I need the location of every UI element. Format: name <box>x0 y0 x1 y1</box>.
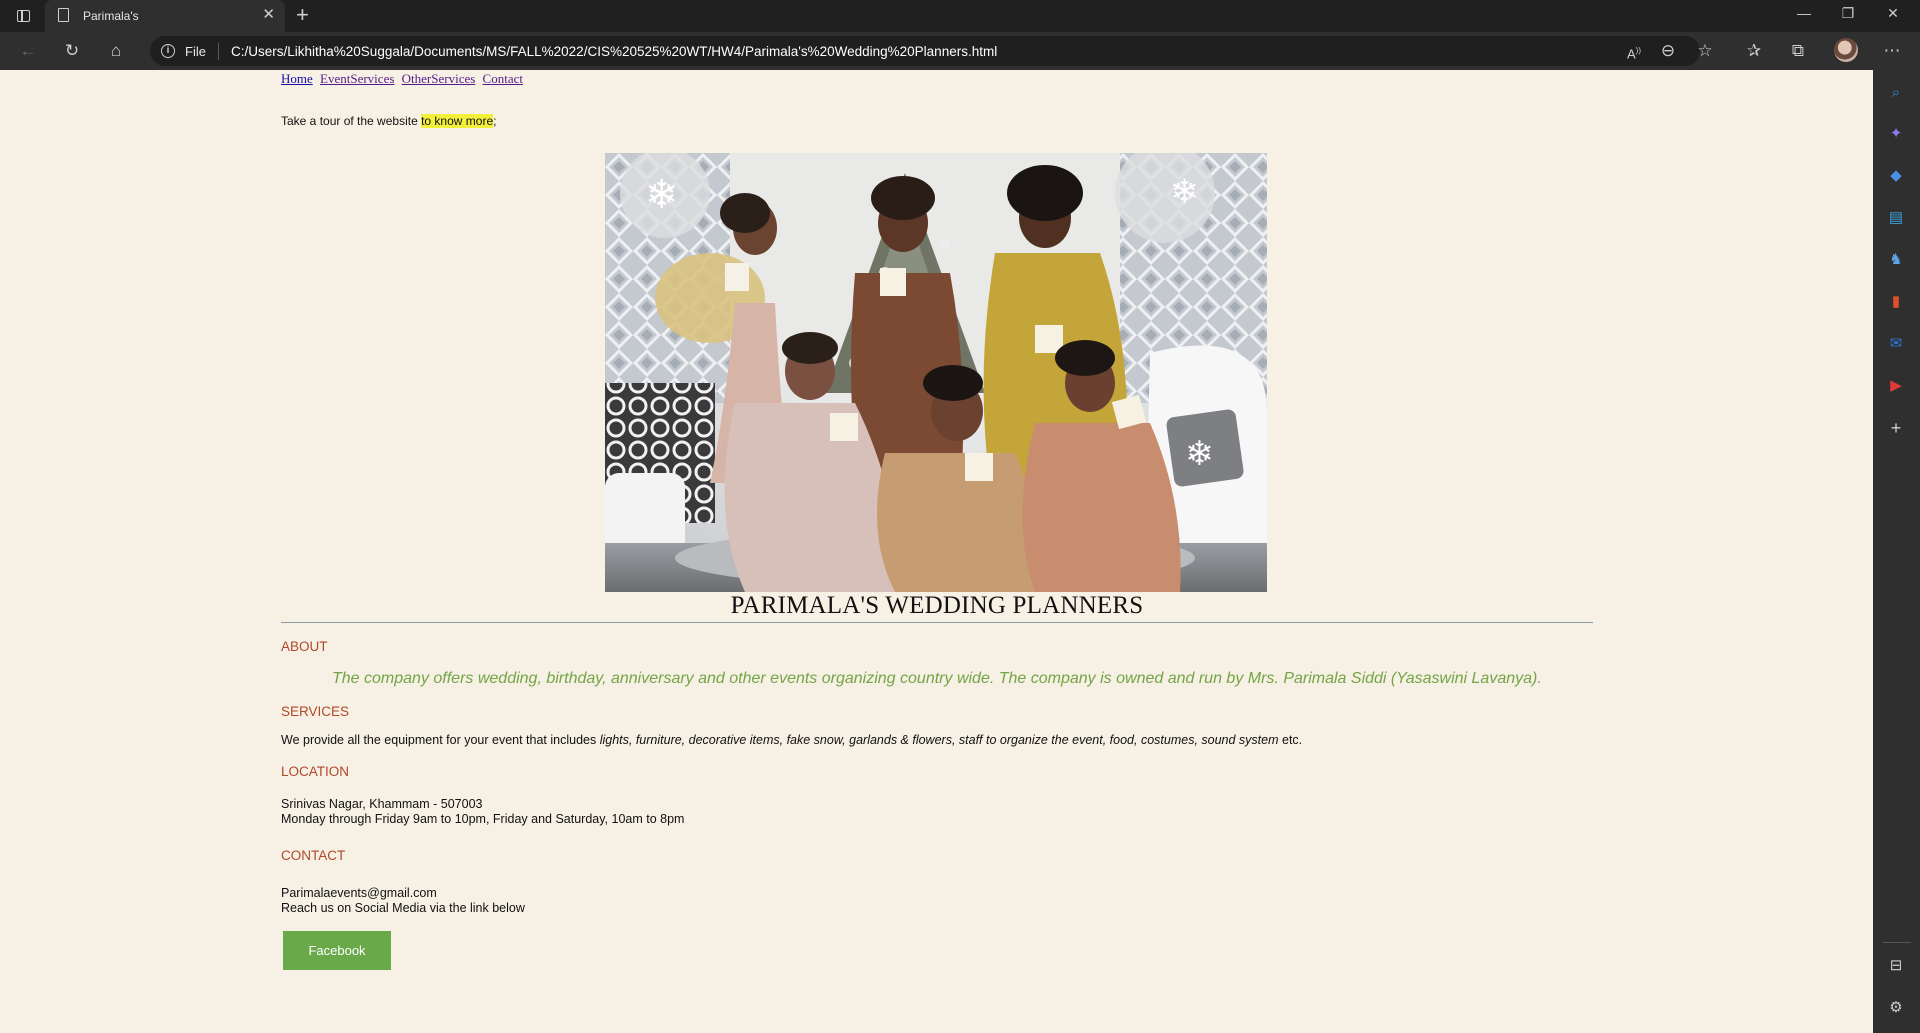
new-tab-icon[interactable]: + <box>296 3 309 27</box>
zoom-out-icon[interactable]: ⊖ <box>1656 41 1680 61</box>
url-divider <box>218 43 219 60</box>
minimize-icon[interactable]: — <box>1789 5 1819 21</box>
nav-link-home[interactable]: Home <box>281 71 313 86</box>
games-icon[interactable]: ♞ <box>1885 249 1907 271</box>
tab-actions-icon[interactable] <box>12 6 34 26</box>
location-address: Srinivas Nagar, Khammam - 507003 <box>281 797 483 811</box>
svg-text:❄: ❄ <box>645 172 679 218</box>
contact-social-note: Reach us on Social Media via the link be… <box>281 901 525 915</box>
contact-heading: CONTACT <box>281 848 346 863</box>
intro-label: Take a tour of the website <box>281 114 422 128</box>
restore-icon[interactable]: ❐ <box>1833 5 1863 22</box>
intro-highlight: to know more <box>421 114 494 128</box>
outlook-icon[interactable]: ✉ <box>1885 333 1907 355</box>
nav-link-eventservices[interactable]: EventServices <box>320 71 394 86</box>
back-icon[interactable]: ← <box>16 41 40 61</box>
nav-link-contact[interactable]: Contact <box>483 71 523 86</box>
services-heading: SERVICES <box>281 704 350 719</box>
add-favorite-icon[interactable]: ☆ <box>1693 41 1717 61</box>
location-heading: LOCATION <box>281 764 350 779</box>
tab-title: Parimala's <box>83 9 139 23</box>
services-text: We provide all the equipment for your ev… <box>281 733 1302 747</box>
search-icon[interactable]: ⌕ <box>1885 82 1907 104</box>
about-text: The company offers wedding, birthday, an… <box>332 670 1542 687</box>
copilot-icon[interactable]: ✦ <box>1885 123 1907 145</box>
page-icon <box>58 8 69 22</box>
about-heading: ABOUT <box>281 639 328 654</box>
tab-active[interactable]: Parimala's ✕ <box>45 0 285 32</box>
browser-toolbar: ← ↻ ⌂ i File C:/Users/Likhitha%20Suggala… <box>0 32 1920 70</box>
url-text[interactable]: C:/Users/Likhitha%20Suggala/Documents/MS… <box>231 44 997 59</box>
info-icon[interactable]: i <box>161 44 175 58</box>
contact-email: Parimalaevents@gmail.com <box>281 886 437 900</box>
nav-bar: Home EventServices OtherServices Contact <box>281 71 527 87</box>
read-aloud-icon[interactable]: A)) <box>1622 41 1646 64</box>
sidebar-divider <box>1883 942 1911 943</box>
hide-sidebar-icon[interactable]: ⊟ <box>1885 955 1907 977</box>
services-suffix: etc. <box>1278 733 1303 747</box>
settings-icon[interactable]: ⚙ <box>1885 997 1907 1019</box>
window-close-icon[interactable]: ✕ <box>1878 5 1908 22</box>
services-items: lights, furniture, decorative items, fak… <box>599 733 1279 747</box>
home-icon[interactable]: ⌂ <box>104 41 128 61</box>
add-icon[interactable]: + <box>1885 417 1907 439</box>
youtube-icon[interactable]: ▶ <box>1885 375 1907 397</box>
title-bar: Parimala's ✕ + — ❐ ✕ <box>0 0 1920 32</box>
page-viewport: Home EventServices OtherServices Contact… <box>0 70 1873 1033</box>
office-icon[interactable]: ▮ <box>1885 291 1907 313</box>
shopping-tag-icon[interactable]: ◆ <box>1885 165 1907 187</box>
facebook-button[interactable]: Facebook <box>283 931 391 970</box>
services-prefix: We provide all the equipment for your ev… <box>281 733 600 747</box>
intro-text: Take a tour of the website to know more; <box>281 114 496 128</box>
nav-link-otherservices[interactable]: OtherServices <box>402 71 476 86</box>
profile-avatar[interactable] <box>1834 38 1858 62</box>
intro-suffix: ; <box>493 114 497 128</box>
edge-sidebar: ⌕ ✦ ◆ ▤ ♞ ▮ ✉ ▶ + ⊟ ⚙ <box>1873 70 1920 1033</box>
svg-text:❄: ❄ <box>1185 434 1214 474</box>
address-bar[interactable]: i File C:/Users/Likhitha%20Suggala/Docum… <box>150 36 1700 66</box>
refresh-icon[interactable]: ↻ <box>60 41 84 61</box>
more-icon[interactable]: ⋯ <box>1880 41 1904 61</box>
location-hours: Monday through Friday 9am to 10pm, Frida… <box>281 812 685 826</box>
site-title: PARIMALA'S WEDDING PLANNERS <box>730 592 1144 619</box>
tools-icon[interactable]: ▤ <box>1885 207 1907 229</box>
svg-text:❄: ❄ <box>1170 172 1199 212</box>
hero-image: ❄ ❄ ❄ <box>605 153 1267 592</box>
collections-icon[interactable]: ⧉ <box>1786 41 1810 61</box>
favorites-icon[interactable]: ✰ <box>1742 41 1766 61</box>
url-scheme: File <box>185 44 206 59</box>
close-icon[interactable]: ✕ <box>262 6 275 24</box>
title-divider <box>281 622 1593 623</box>
